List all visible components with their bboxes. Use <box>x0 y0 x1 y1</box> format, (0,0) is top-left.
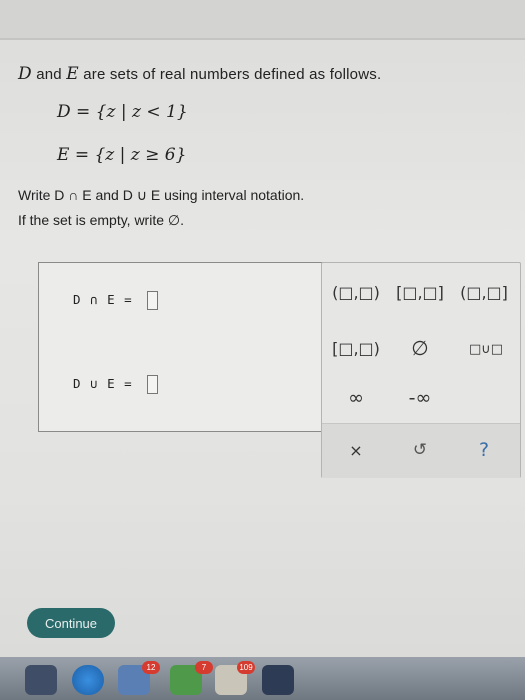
intersection-input[interactable] <box>147 291 159 310</box>
intro-text: are sets of real numbers defined as foll… <box>78 66 382 83</box>
problem-intro: D and E are sets of real numbers defined… <box>18 64 381 84</box>
set-name-e: E <box>66 64 79 84</box>
instruction-line-1: Write D ∩ E and D ∪ E using interval not… <box>18 187 305 203</box>
continue-button[interactable]: Continue <box>27 608 115 638</box>
negative-infinity-button[interactable]: -∞ <box>390 387 450 409</box>
set-e-definition: E = {z | z ≥ 6} <box>57 145 187 165</box>
help-button[interactable]: ? <box>454 439 514 461</box>
instruction-line-2: If the set is empty, write ∅. <box>18 212 184 228</box>
clear-button[interactable]: × <box>326 441 386 460</box>
intersection-row: D ∩ E = <box>73 291 159 310</box>
infinity-button[interactable]: ∞ <box>326 387 386 409</box>
union-row: D ∪ E = <box>73 375 159 394</box>
taskbar: 12 7 109 <box>0 657 525 700</box>
set-name-d: D <box>18 64 32 84</box>
closed-open-interval-button[interactable]: [□,□) <box>326 339 386 358</box>
palette-actions: × ↺ ? <box>322 423 520 478</box>
browser-icon[interactable] <box>72 665 104 695</box>
intersection-label: D ∩ E = <box>73 292 133 307</box>
notification-badge-1: 12 <box>142 661 160 674</box>
header-divider <box>0 38 525 40</box>
open-closed-interval-button[interactable]: (□,□] <box>454 283 514 302</box>
launcher-icon[interactable] <box>25 665 57 695</box>
top-bar <box>0 0 525 38</box>
undo-icon[interactable]: ↺ <box>390 440 450 460</box>
union-label: D ∪ E = <box>73 376 133 391</box>
intro-and: and <box>31 66 67 83</box>
answer-box: D ∩ E = D ∪ E = <box>38 262 325 432</box>
notification-badge-3: 109 <box>237 661 255 674</box>
app-icon-4[interactable] <box>262 665 294 695</box>
math-palette: (□,□) [□,□] (□,□] [□,□) ∅ □∪□ ∞ -∞ × ↺ ? <box>321 262 521 478</box>
closed-closed-interval-button[interactable]: [□,□] <box>390 283 450 302</box>
empty-set-button[interactable]: ∅ <box>390 336 450 360</box>
set-d-definition: D = {z | z < 1} <box>57 102 188 122</box>
open-open-interval-button[interactable]: (□,□) <box>326 283 386 302</box>
union-button[interactable]: □∪□ <box>456 342 516 357</box>
notification-badge-2: 7 <box>195 661 213 674</box>
union-input[interactable] <box>147 375 159 394</box>
